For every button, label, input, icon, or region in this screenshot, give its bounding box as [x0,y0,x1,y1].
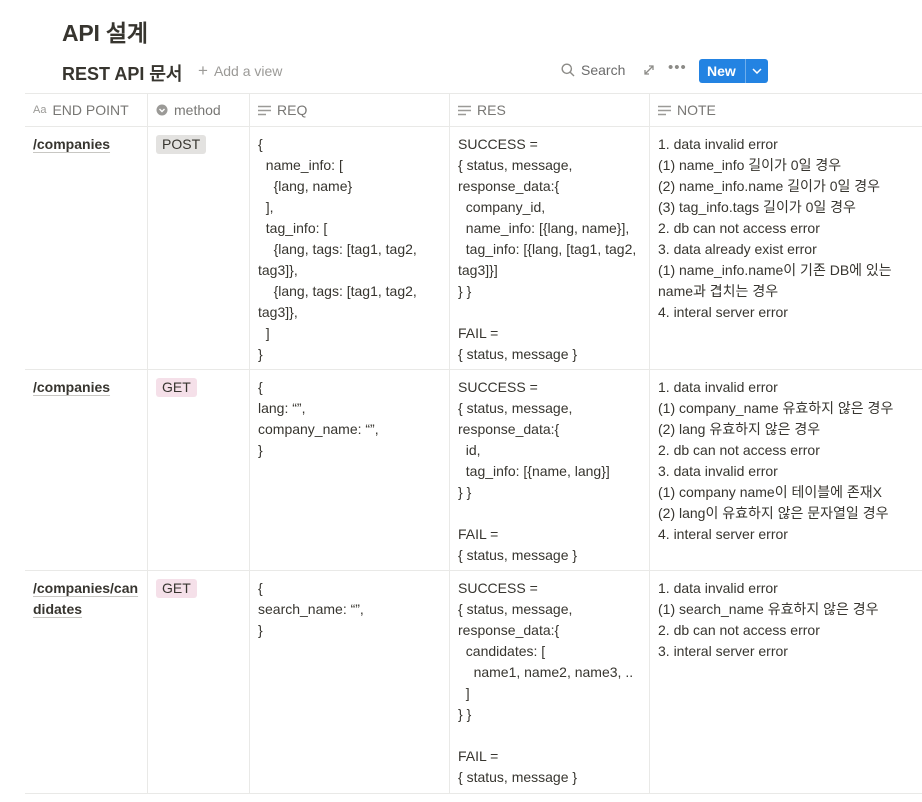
note-cell[interactable]: 1. data invalid error (1) name_info 길이가 … [650,127,922,369]
chevron-down-icon[interactable] [746,59,768,83]
method-tag: GET [156,378,197,397]
endpoint-link[interactable]: /companies [33,136,110,152]
endpoint-cell[interactable]: /companies/candidates [25,571,148,793]
column-header-res[interactable]: RES [450,94,650,126]
column-header-label: RES [477,102,506,118]
req-cell[interactable]: { search_name: “”, } [250,571,450,793]
expand-icon[interactable] [642,62,656,78]
res-cell[interactable]: SUCCESS = { status, message, response_da… [450,370,650,570]
add-view-label: Add a view [213,63,283,79]
text-title-icon: Aa [33,104,47,116]
search-label: Search [581,62,626,78]
method-cell[interactable]: POST [148,127,250,369]
search-button[interactable]: Search [561,62,625,78]
endpoint-link[interactable]: /companies [33,379,110,395]
column-header-endpoint[interactable]: Aa END POINT [25,94,148,126]
select-icon [156,104,168,116]
column-header-method[interactable]: method [148,94,250,126]
res-cell[interactable]: SUCCESS = { status, message, response_da… [450,571,650,793]
add-view-button[interactable]: + Add a view [198,61,283,80]
column-header-label: method [174,102,221,118]
endpoint-cell[interactable]: /companies [25,127,148,369]
more-icon[interactable]: ••• [668,59,687,76]
column-header-req[interactable]: REQ [250,94,450,126]
endpoint-link[interactable]: /companies/candidates [33,580,138,617]
new-button-label: New [707,63,736,79]
page-title: API 설계 [62,20,148,46]
endpoint-cell[interactable]: /companies [25,370,148,570]
method-tag: GET [156,579,197,598]
database-title[interactable]: REST API 문서 [62,60,182,86]
text-lines-icon [258,105,271,115]
search-icon [561,63,575,77]
column-header-label: END POINT [52,102,129,118]
database-header: REST API 문서 + Add a view Search ••• New [0,56,922,88]
new-button[interactable]: New [699,59,768,83]
column-header-label: REQ [277,102,308,118]
method-tag: POST [156,135,207,154]
table-header-row: Aa END POINT method REQ RES NOTE [25,93,922,127]
column-header-label: NOTE [677,102,716,118]
text-lines-icon [458,105,471,115]
req-cell[interactable]: { lang: “”, company_name: “”, } [250,370,450,570]
req-cell[interactable]: { name_info: [ {lang, name} ], tag_info:… [250,127,450,369]
table-row[interactable]: /companies GET { lang: “”, company_name:… [25,370,922,571]
table-row[interactable]: /companies POST { name_info: [ {lang, na… [25,127,922,370]
database-table: Aa END POINT method REQ RES NOTE /compan… [25,93,922,794]
table-row[interactable]: /companies/candidates GET { search_name:… [25,571,922,794]
note-cell[interactable]: 1. data invalid error (1) company_name 유… [650,370,922,570]
note-cell[interactable]: 1. data invalid error (1) search_name 유효… [650,571,922,793]
text-lines-icon [658,105,671,115]
res-cell[interactable]: SUCCESS = { status, message, response_da… [450,127,650,369]
plus-icon: + [198,61,208,80]
method-cell[interactable]: GET [148,571,250,793]
method-cell[interactable]: GET [148,370,250,570]
column-header-note[interactable]: NOTE [650,94,922,126]
